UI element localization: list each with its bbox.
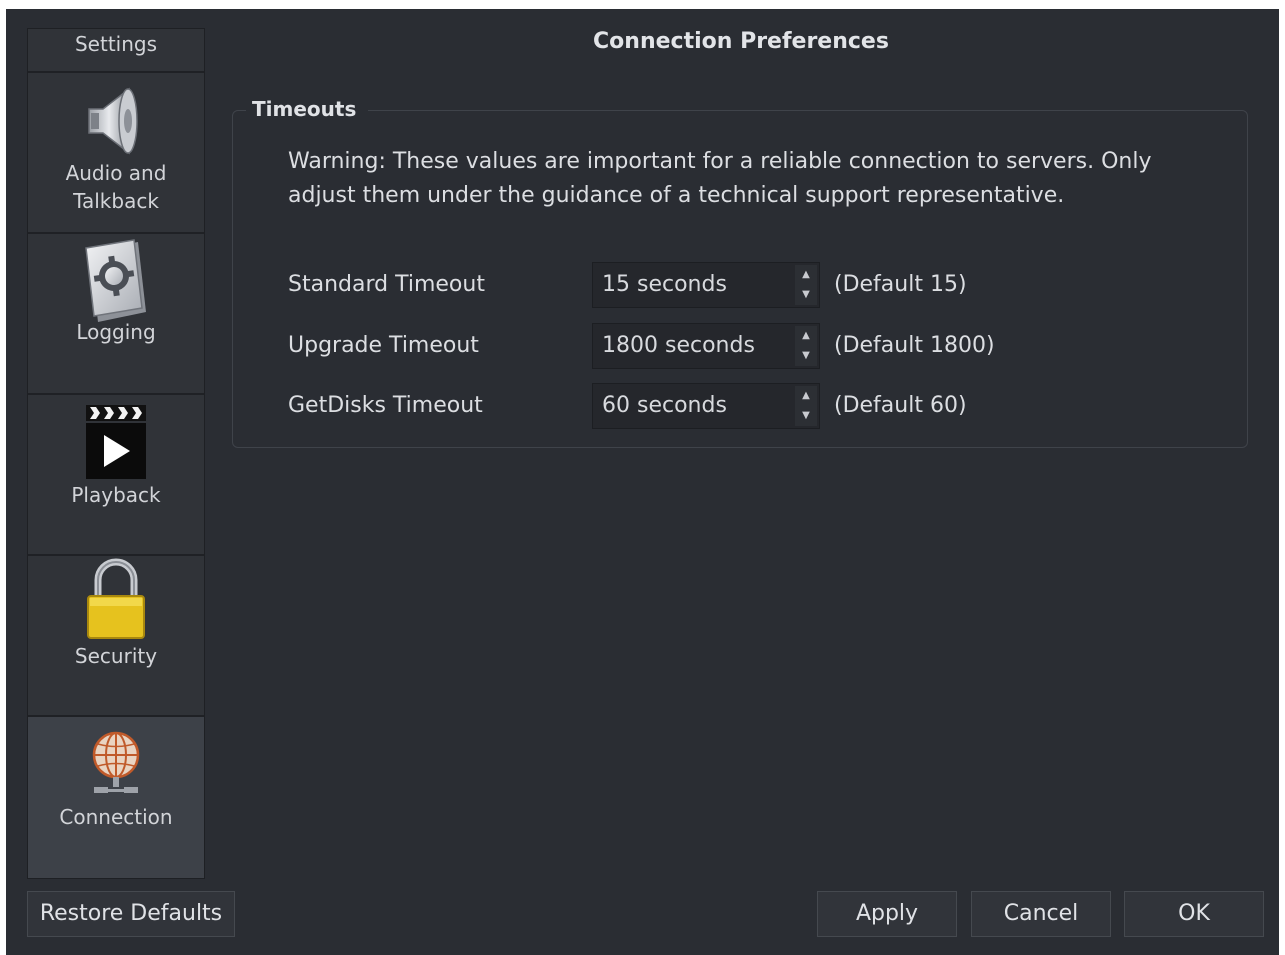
- getdisks-timeout-label: GetDisks Timeout: [288, 393, 483, 418]
- upgrade-timeout-default: (Default 1800): [834, 333, 995, 358]
- getdisks-timeout-spinbox[interactable]: 60 seconds ▲ ▼: [592, 383, 820, 429]
- cancel-button[interactable]: Cancel: [971, 891, 1111, 937]
- spin-down-icon[interactable]: ▼: [795, 406, 817, 426]
- sidebar-item-label: Security: [74, 644, 158, 668]
- spinbox-buttons: ▲ ▼: [795, 265, 817, 305]
- upgrade-timeout-label: Upgrade Timeout: [288, 333, 479, 358]
- spin-up-icon[interactable]: ▲: [795, 265, 817, 285]
- spinbox-value[interactable]: 1800 seconds: [602, 324, 755, 368]
- speaker-icon: [28, 83, 204, 159]
- settings-sidebar: Settings Audio and Talkback Logging Play…: [27, 28, 205, 879]
- group-title: Timeouts: [246, 97, 369, 121]
- sidebar-item-connection[interactable]: Connection: [28, 717, 204, 878]
- spinbox-value[interactable]: 60 seconds: [602, 384, 727, 428]
- spin-down-icon[interactable]: ▼: [795, 346, 817, 366]
- sidebar-item-label: Logging: [76, 320, 156, 344]
- spin-up-icon[interactable]: ▲: [795, 386, 817, 406]
- sidebar-item-label: Playback: [71, 483, 161, 507]
- sidebar-item-playback[interactable]: Playback: [28, 395, 204, 556]
- sidebar-item-audio-talkback[interactable]: Audio and Talkback: [28, 73, 204, 234]
- preferences-window: Settings Audio and Talkback Logging Play…: [6, 9, 1279, 955]
- spinbox-buttons: ▲ ▼: [795, 386, 817, 426]
- clapperboard-play-icon: [28, 401, 204, 483]
- getdisks-timeout-default: (Default 60): [834, 393, 967, 418]
- standard-timeout-spinbox[interactable]: 15 seconds ▲ ▼: [592, 262, 820, 308]
- padlock-icon: [28, 558, 204, 642]
- standard-timeout-label: Standard Timeout: [288, 272, 485, 297]
- gear-document-icon: [28, 238, 204, 324]
- warning-text: Warning: These values are important for …: [288, 149, 1152, 208]
- spin-up-icon[interactable]: ▲: [795, 326, 817, 346]
- upgrade-timeout-spinbox[interactable]: 1800 seconds ▲ ▼: [592, 323, 820, 369]
- spin-down-icon[interactable]: ▼: [795, 285, 817, 305]
- ok-button[interactable]: OK: [1124, 891, 1264, 937]
- sidebar-item-label: Connection: [59, 805, 173, 829]
- sidebar-title: Settings: [28, 29, 204, 73]
- sidebar-item-logging[interactable]: Logging: [28, 234, 204, 395]
- sidebar-item-security[interactable]: Security: [28, 556, 204, 717]
- spinbox-value[interactable]: 15 seconds: [602, 263, 727, 307]
- restore-defaults-button[interactable]: Restore Defaults: [27, 891, 235, 937]
- apply-button[interactable]: Apply: [817, 891, 957, 937]
- spinbox-buttons: ▲ ▼: [795, 326, 817, 366]
- globe-network-icon: [28, 729, 204, 799]
- page-title: Connection Preferences: [593, 29, 889, 54]
- sidebar-item-label: Audio and Talkback: [65, 161, 167, 213]
- standard-timeout-default: (Default 15): [834, 272, 967, 297]
